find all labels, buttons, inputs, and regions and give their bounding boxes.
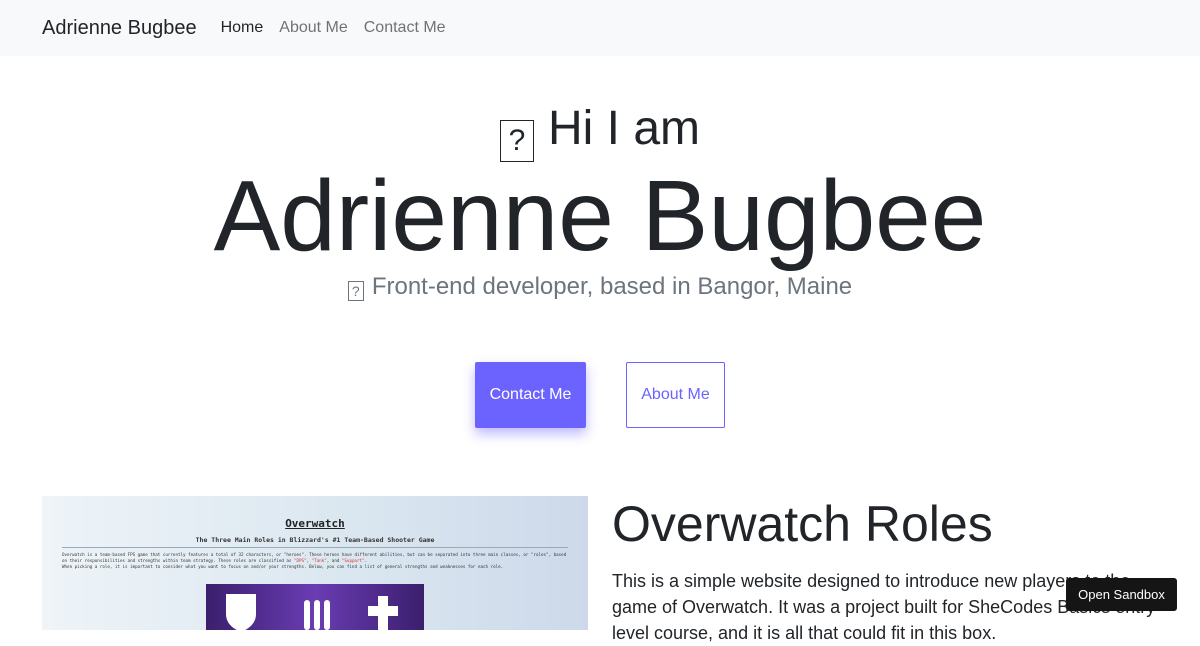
bullet-icon xyxy=(324,600,330,630)
project-screenshot-subtitle: The Three Main Roles in Blizzard's #1 Te… xyxy=(195,536,435,544)
greeting-text: Hi I am xyxy=(547,102,700,155)
nav-link-home[interactable]: Home xyxy=(221,19,264,37)
role-icons-banner xyxy=(206,584,424,630)
nav-links: Home About Me Contact Me xyxy=(221,19,462,37)
navbar: Adrienne Bugbee Home About Me Contact Me xyxy=(0,0,1200,56)
bullet-icon xyxy=(314,600,320,630)
bullet-icon xyxy=(304,600,310,630)
divider xyxy=(62,547,568,548)
project-screenshot-text: Overwatch is a team-based FPS game that … xyxy=(62,552,567,569)
pin-icon: ? xyxy=(347,281,364,301)
open-sandbox-button[interactable]: Open Sandbox xyxy=(1066,578,1177,611)
project-title: Overwatch Roles xyxy=(612,496,993,552)
hero-name: Adrienne Bugbee xyxy=(213,160,987,272)
project-screenshot[interactable]: Overwatch The Three Main Roles in Blizza… xyxy=(42,496,588,630)
brand-link[interactable]: Adrienne Bugbee xyxy=(42,17,197,40)
nav-link-contact[interactable]: Contact Me xyxy=(364,19,446,37)
waving-hand-icon: ? xyxy=(499,120,534,162)
hero-greeting: ? Hi I am xyxy=(0,100,1200,162)
plus-icon xyxy=(368,596,398,630)
nav-link-about[interactable]: About Me xyxy=(279,19,347,37)
about-me-button[interactable]: About Me xyxy=(626,362,725,428)
shield-icon xyxy=(226,594,256,630)
tagline-text: Front-end developer, based in Bangor, Ma… xyxy=(371,273,853,300)
project-screenshot-title: Overwatch xyxy=(285,517,345,530)
hero-tagline: ? Front-end developer, based in Bangor, M… xyxy=(0,271,1200,303)
contact-me-button[interactable]: Contact Me xyxy=(475,362,586,428)
